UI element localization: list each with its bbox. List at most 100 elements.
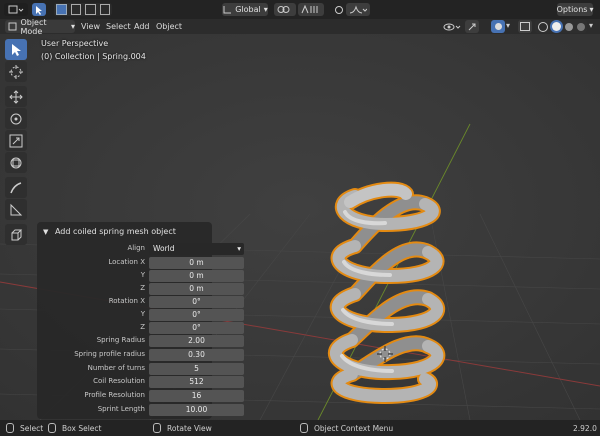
left-mouse-icon xyxy=(6,423,14,433)
rotation-z-row: Z 0° xyxy=(37,322,244,334)
chevron-down-icon: ▾ xyxy=(589,5,594,14)
menu-object[interactable]: Object xyxy=(156,21,182,32)
chevron-down-icon[interactable]: ▾ xyxy=(506,21,510,30)
status-box-select: Box Select xyxy=(62,424,102,433)
3d-cursor-tool-icon xyxy=(9,64,23,79)
select-new-icon[interactable] xyxy=(56,4,67,15)
rotation-z-field[interactable]: 0° xyxy=(149,322,244,334)
rotation-y-field[interactable]: 0° xyxy=(149,309,244,321)
chevron-down-icon: ▾ xyxy=(237,244,241,253)
solid-shading-icon[interactable] xyxy=(551,22,561,31)
collection-label: (0) Collection | Spring.004 xyxy=(41,52,146,61)
transform-tool[interactable] xyxy=(5,152,27,173)
profile-resolution-field[interactable]: 16 xyxy=(149,390,244,402)
sprint-length-row: Sprint Length 10.00 xyxy=(37,404,244,416)
profile-resolution-row: Profile Resolution 16 xyxy=(37,390,244,402)
pivot-point-dropdown[interactable] xyxy=(274,3,296,16)
coil-resolution-label: Coil Resolution xyxy=(93,377,145,385)
status-rotate-view: Rotate View xyxy=(167,424,212,433)
rotate-mouse-icon xyxy=(153,423,161,433)
material-shading-icon[interactable] xyxy=(564,22,573,31)
number-of-turns-field[interactable]: 5 xyxy=(149,363,244,375)
menu-select[interactable]: Select xyxy=(106,21,131,32)
object-mode-icon xyxy=(8,22,17,31)
transform-orientation-dropdown[interactable]: Global ▾ xyxy=(222,3,268,16)
menu-view[interactable]: View xyxy=(81,21,100,32)
cursor-tool[interactable] xyxy=(5,61,27,82)
status-select: Select xyxy=(20,424,44,433)
gizmo-icon xyxy=(468,23,476,30)
operator-panel-header[interactable]: ▼ Add coiled spring mesh object xyxy=(43,227,176,236)
rotation-x-row: Rotation X 0° xyxy=(37,296,244,308)
spring-radius-label: Spring Radius xyxy=(96,336,145,344)
menu-add[interactable]: Add xyxy=(134,21,150,32)
measure-tool[interactable] xyxy=(5,199,27,220)
location-z-row: Z 0 m xyxy=(37,283,244,295)
location-x-label: Location X xyxy=(108,258,145,266)
rendered-shading-icon[interactable] xyxy=(576,22,585,31)
chevron-down-icon[interactable]: ▾ xyxy=(589,21,593,30)
location-x-row: Location X 0 m xyxy=(37,257,244,269)
add-cube-icon xyxy=(11,229,23,240)
rotation-y-row: Y 0° xyxy=(37,309,244,321)
options-label: Options xyxy=(556,5,588,14)
spring-profile-radius-field[interactable]: 0.30 xyxy=(149,349,244,361)
rotate-tool[interactable] xyxy=(5,108,27,129)
cursor-icon xyxy=(12,43,21,56)
falloff-curve-icon xyxy=(349,5,367,14)
chevron-down-icon: ▾ xyxy=(70,22,75,31)
select-box-tool[interactable] xyxy=(5,39,27,60)
spring-profile-radius-row: Spring profile radius 0.30 xyxy=(37,349,244,361)
middle-mouse-icon xyxy=(48,423,56,433)
xray-icon xyxy=(520,22,530,31)
gizmo-toggle[interactable] xyxy=(465,20,479,33)
editor-type-button[interactable] xyxy=(4,3,28,16)
snapping-dropdown[interactable] xyxy=(298,3,324,16)
number-of-turns-label: Number of turns xyxy=(87,364,145,372)
move-tool[interactable] xyxy=(5,86,27,107)
spring-radius-field[interactable]: 2.00 xyxy=(149,335,244,347)
snap-grid-icon xyxy=(301,5,318,14)
rotation-z-label: Z xyxy=(140,323,145,331)
chevron-down-icon: ▼ xyxy=(43,228,49,236)
scale-tool[interactable] xyxy=(5,130,27,151)
align-row: Align World ▾ xyxy=(37,243,244,255)
overlays-icon xyxy=(494,23,502,30)
location-z-field[interactable]: 0 m xyxy=(149,283,244,295)
visibility-dropdown[interactable] xyxy=(441,20,463,33)
wireframe-shading-icon[interactable] xyxy=(537,21,548,32)
top-toolbar: Global ▾ Options ▾ xyxy=(0,0,600,19)
overlays-toggle[interactable] xyxy=(491,20,505,33)
select-tool-button[interactable] xyxy=(32,3,46,16)
proportional-edit-toggle[interactable] xyxy=(334,3,344,16)
spring-radius-row: Spring Radius 2.00 xyxy=(37,335,244,347)
version-label: 2.92.0 xyxy=(573,424,597,433)
xray-toggle[interactable] xyxy=(518,20,532,33)
mode-label: Object Mode xyxy=(20,17,47,36)
location-x-field[interactable]: 0 m xyxy=(149,257,244,269)
select-extend-icon[interactable] xyxy=(70,4,81,15)
select-subtract-icon[interactable] xyxy=(85,4,96,15)
rotation-x-label: Rotation X xyxy=(108,297,145,305)
falloff-dropdown[interactable] xyxy=(346,3,370,16)
coil-resolution-field[interactable]: 512 xyxy=(149,376,244,388)
status-bar: Select Box Select Rotate View Object Con… xyxy=(0,420,600,436)
options-dropdown[interactable]: Options ▾ xyxy=(557,3,593,16)
move-arrows-icon xyxy=(9,89,23,104)
location-y-field[interactable]: 0 m xyxy=(149,270,244,282)
ruler-icon xyxy=(10,203,23,215)
orientation-axes-icon xyxy=(223,6,232,14)
scale-icon xyxy=(9,134,23,147)
select-mode-buttons xyxy=(54,3,112,16)
profile-resolution-label: Profile Resolution xyxy=(84,391,145,399)
shading-mode-buttons xyxy=(535,20,587,33)
mode-dropdown[interactable]: Object Mode ▾ xyxy=(5,17,75,36)
select-invert-icon[interactable] xyxy=(99,4,110,15)
rotation-x-field[interactable]: 0° xyxy=(149,296,244,308)
chevron-down-icon: ▾ xyxy=(263,5,268,14)
rotation-y-label: Y xyxy=(140,310,145,318)
align-dropdown[interactable]: World ▾ xyxy=(149,243,244,255)
add-cube-tool[interactable] xyxy=(5,224,27,245)
annotate-tool[interactable] xyxy=(5,177,27,198)
sprint-length-field[interactable]: 10.00 xyxy=(149,404,244,416)
